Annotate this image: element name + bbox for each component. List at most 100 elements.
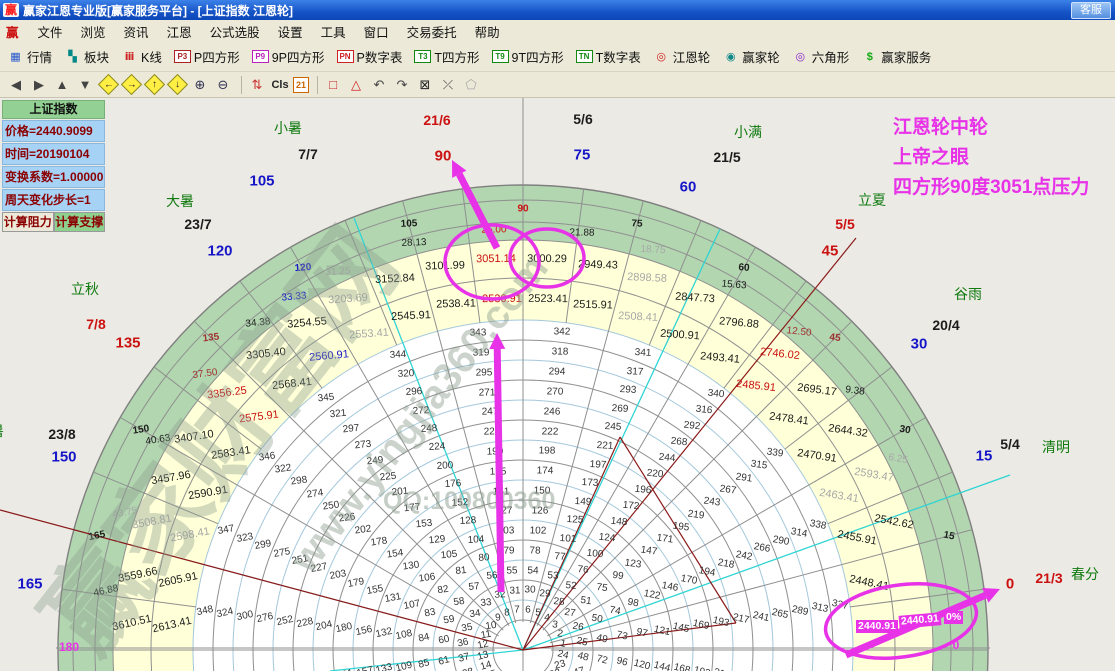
highlighted-price-chip: 0%: [944, 611, 963, 624]
toolbar-button-T数字表[interactable]: TNT数字表: [573, 45, 644, 68]
prices_inner-label: 2470.91: [796, 447, 837, 465]
menu-item-窗口[interactable]: 窗口: [355, 20, 398, 43]
toolbar-button-P数字表[interactable]: PNP数字表: [334, 45, 406, 68]
customer-service-button[interactable]: 客服: [1071, 2, 1111, 19]
spiral-number: 172: [622, 500, 640, 513]
menu-logo-icon: 赢: [6, 22, 19, 41]
boxed-x-icon[interactable]: ⊠: [415, 75, 435, 95]
updown-icon[interactable]: ⇅: [247, 75, 267, 95]
tn-icon: TN: [576, 50, 593, 63]
up-icon[interactable]: ▲: [52, 75, 72, 95]
toolbar-button-9P四方形[interactable]: P99P四方形: [249, 45, 328, 68]
degree-label: 30: [911, 336, 928, 353]
main-toolbar: ▦行情 ▚板块 ⅲK线 P3P四方形 P99P四方形 PNP数字表T3T四方形 T99T四方…: [0, 42, 1115, 72]
spiral-number: 29: [540, 589, 552, 601]
spiral-number: 314: [790, 526, 808, 540]
solar-term-label: 大暑: [166, 191, 194, 211]
menu-item-文件[interactable]: 文件: [29, 20, 72, 43]
down-icon[interactable]: ▼: [75, 75, 95, 95]
date-label: 20/4: [932, 317, 959, 333]
spiral-number: 289: [791, 604, 810, 618]
menu-item-资讯[interactable]: 资讯: [115, 20, 158, 43]
spiral-number: 316: [695, 404, 713, 417]
spiral-number: 292: [683, 420, 701, 433]
forward-icon[interactable]: ▶: [29, 75, 49, 95]
toolbar-button-赢家轮[interactable]: ◉赢家轮: [719, 45, 783, 68]
menu-item-公式选股[interactable]: 公式选股: [201, 20, 269, 43]
move-right-icon[interactable]: →: [121, 75, 141, 95]
move-left-icon[interactable]: ←: [98, 75, 118, 95]
t3-icon: T3: [414, 50, 431, 63]
toolbar-button-赢家服务[interactable]: $赢家服务: [858, 45, 934, 68]
menu-item-浏览[interactable]: 浏览: [72, 20, 115, 43]
cross-arrows-icon[interactable]: ⤫: [438, 75, 458, 95]
panel-value-row: 价格=2440.9099: [2, 120, 105, 142]
spiral-number: 74: [609, 605, 622, 618]
spiral-number: 269: [612, 403, 629, 415]
spiral-number: 3: [551, 620, 558, 632]
zoom-in-icon[interactable]: ⊕: [190, 75, 210, 95]
toolbar-button-T四方形[interactable]: T3T四方形: [411, 45, 482, 68]
fractions-label: 21.88: [569, 227, 594, 239]
spiral-number: 193: [712, 615, 731, 629]
calendar-icon[interactable]: 21: [293, 77, 309, 93]
toolbar-button-江恩轮[interactable]: ◎江恩轮: [650, 45, 714, 68]
spiral-number: 61: [437, 654, 451, 667]
spiral-number: 198: [539, 446, 556, 457]
triangle-tool-icon[interactable]: △: [346, 75, 366, 95]
spiral-number: 75: [596, 582, 609, 594]
spiral-number: 154: [386, 547, 404, 560]
toolbar-button-六角形[interactable]: ◎六角形: [789, 45, 853, 68]
menu-item-江恩[interactable]: 江恩: [158, 20, 201, 43]
cls-icon[interactable]: Cls: [270, 75, 290, 95]
menu-item-工具[interactable]: 工具: [312, 20, 355, 43]
panel-value-row: 周天变化步长=1: [2, 189, 105, 211]
rotate-ccw-icon[interactable]: ↶: [369, 75, 389, 95]
spiral-number: 80: [478, 552, 490, 564]
solar-term-label: 立夏: [858, 190, 886, 210]
move-up-icon[interactable]: ↑: [144, 75, 164, 95]
toolbar-button-P四方形[interactable]: P3P四方形: [171, 45, 243, 68]
spiral-number: 52: [565, 580, 577, 592]
solar-term-label: 处暑: [0, 421, 4, 441]
watermark-text: QQ:100800360: [383, 487, 555, 516]
spiral-number: 48: [576, 651, 590, 664]
toolbar-button-板块[interactable]: ▚板块: [61, 45, 112, 68]
menu-item-设置[interactable]: 设置: [269, 20, 312, 43]
rotate-cw-icon[interactable]: ↷: [392, 75, 412, 95]
calc-resistance-button[interactable]: 计算阻力: [2, 212, 54, 232]
spiral-number: 98: [627, 597, 640, 610]
move-down-icon[interactable]: ↓: [167, 75, 187, 95]
toolbar-button-行情[interactable]: ▦行情: [4, 45, 55, 68]
spiral-number: 149: [574, 496, 591, 508]
dollar-icon: $: [861, 49, 878, 64]
spiral-number: 57: [468, 581, 480, 593]
spiral-number: 146: [661, 581, 679, 595]
polygon-icon[interactable]: ⬠: [461, 75, 481, 95]
back-icon[interactable]: ◀: [6, 75, 26, 95]
calc-support-button[interactable]: 计算支撑: [54, 212, 106, 232]
spiral-number: 103: [498, 525, 515, 536]
spiral-number: 181: [335, 668, 354, 671]
spiral-number: 4: [544, 612, 551, 623]
fractions-label: 12.50: [786, 325, 812, 339]
ring_degrees-label: 60: [738, 262, 750, 274]
toolbar-button-9T四方形[interactable]: T99T四方形: [489, 45, 567, 68]
prices_inner-label: 2538.41: [436, 298, 476, 311]
degree-label: 45: [822, 243, 839, 260]
spiral-number: 133: [375, 662, 394, 671]
spiral-number: 128: [460, 515, 477, 527]
spiral-number: 221: [597, 440, 614, 452]
grid-icon: ▦: [7, 49, 24, 64]
zoom-out-icon[interactable]: ⊖: [213, 75, 233, 95]
spiral-number: 168: [672, 662, 691, 671]
menu-item-交易委托[interactable]: 交易委托: [398, 20, 466, 43]
spiral-number: 173: [582, 477, 599, 489]
spiral-number: 35: [461, 621, 474, 634]
square-tool-icon[interactable]: □: [323, 75, 343, 95]
toolbar-separator: [317, 76, 318, 94]
spiral-number: 196: [635, 484, 653, 497]
menu-item-帮助[interactable]: 帮助: [466, 20, 509, 43]
prices_inner-label: 2515.91: [573, 298, 613, 311]
toolbar-button-K线[interactable]: ⅲK线: [118, 45, 165, 68]
